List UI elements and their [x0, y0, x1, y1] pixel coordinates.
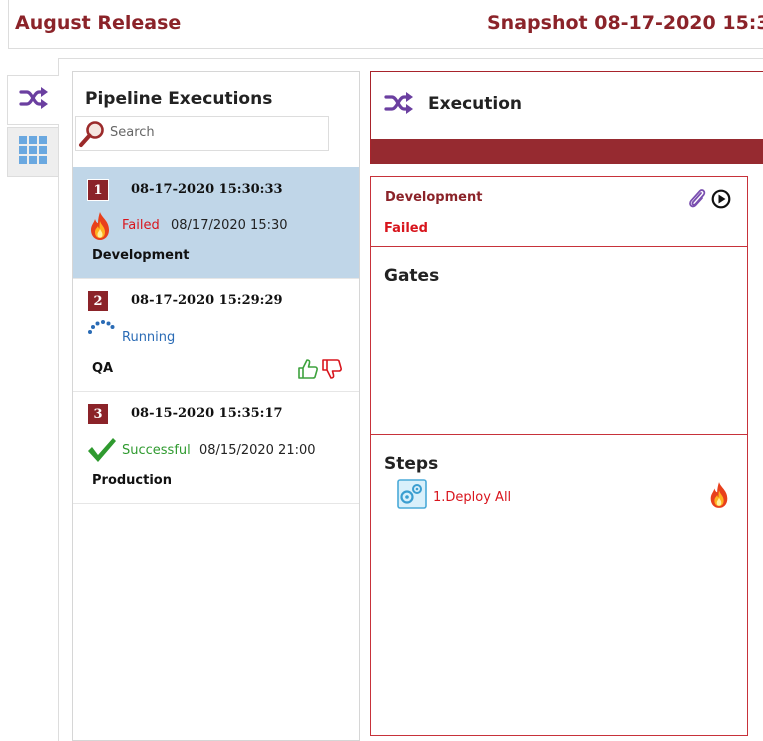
execution-item[interactable]: 2 08-17-2020 15:29:29 Running QA	[73, 279, 359, 392]
tab-pipeline[interactable]	[7, 75, 59, 125]
shuffle-icon	[18, 87, 49, 113]
execution-environment: Development	[92, 248, 190, 263]
execution-date: 08-15-2020 15:35:17	[131, 406, 283, 421]
pipeline-panel: Pipeline Executions 1 08-17-2020 15:30:3…	[72, 71, 360, 741]
tab-grid[interactable]	[7, 127, 59, 177]
fire-icon	[87, 211, 113, 245]
search-box	[75, 116, 329, 151]
checkmark-icon	[87, 436, 117, 468]
steps-title: Steps	[384, 454, 439, 474]
execution-status-time: 08/15/2020 21:00	[199, 443, 316, 458]
shuffle-icon	[384, 92, 414, 118]
execution-environment: Production	[92, 473, 172, 488]
deploy-step-icon	[397, 479, 427, 513]
execution-number-badge: 2	[87, 290, 109, 312]
execution-number-badge: 3	[87, 403, 109, 425]
environment-name: Development	[385, 190, 483, 205]
search-input[interactable]	[110, 125, 320, 140]
execution-date: 08-17-2020 15:30:33	[131, 182, 283, 197]
gates-card: Gates	[370, 246, 748, 435]
header: August Release Snapshot 08-17-2020 15:30	[8, 0, 763, 49]
execution-status: Failed	[122, 218, 160, 233]
paperclip-icon[interactable]	[687, 187, 707, 213]
environment-status: Failed	[384, 221, 428, 236]
execution-status-time: 08/17/2020 15:30	[171, 218, 288, 233]
execution-number-badge: 1	[87, 179, 109, 201]
pipeline-title: Pipeline Executions	[85, 89, 273, 109]
search-icon[interactable]	[78, 120, 106, 152]
thumbs-down-icon[interactable]	[321, 358, 343, 384]
spinner-icon	[87, 319, 117, 339]
execution-environment: QA	[92, 361, 114, 376]
grid-icon	[19, 136, 47, 168]
execution-date: 08-17-2020 15:29:29	[131, 293, 283, 308]
page: August Release Snapshot 08-17-2020 15:30	[0, 0, 763, 741]
execution-item[interactable]: 1 08-17-2020 15:30:33 Failed 08/17/2020 …	[73, 167, 359, 279]
fire-icon	[707, 481, 731, 513]
execution-status: Running	[122, 330, 176, 345]
environment-card: Development Failed	[370, 176, 748, 247]
thumbs-up-icon[interactable]	[297, 358, 319, 384]
play-circle-icon[interactable]	[711, 189, 731, 213]
release-title: August Release	[15, 12, 182, 34]
execution-item[interactable]: 3 08-15-2020 15:35:17 Successful 08/15/2…	[73, 392, 359, 504]
snapshot-title: Snapshot 08-17-2020 15:30	[487, 12, 763, 34]
execution-status: Successful	[122, 443, 191, 458]
execution-status-bar	[371, 139, 763, 164]
steps-card: Steps 1.Deploy All	[370, 434, 748, 736]
gates-title: Gates	[384, 266, 440, 286]
execution-title: Execution	[428, 94, 523, 114]
step-item[interactable]: 1.Deploy All	[433, 490, 511, 505]
execution-panel: Execution	[370, 71, 763, 164]
